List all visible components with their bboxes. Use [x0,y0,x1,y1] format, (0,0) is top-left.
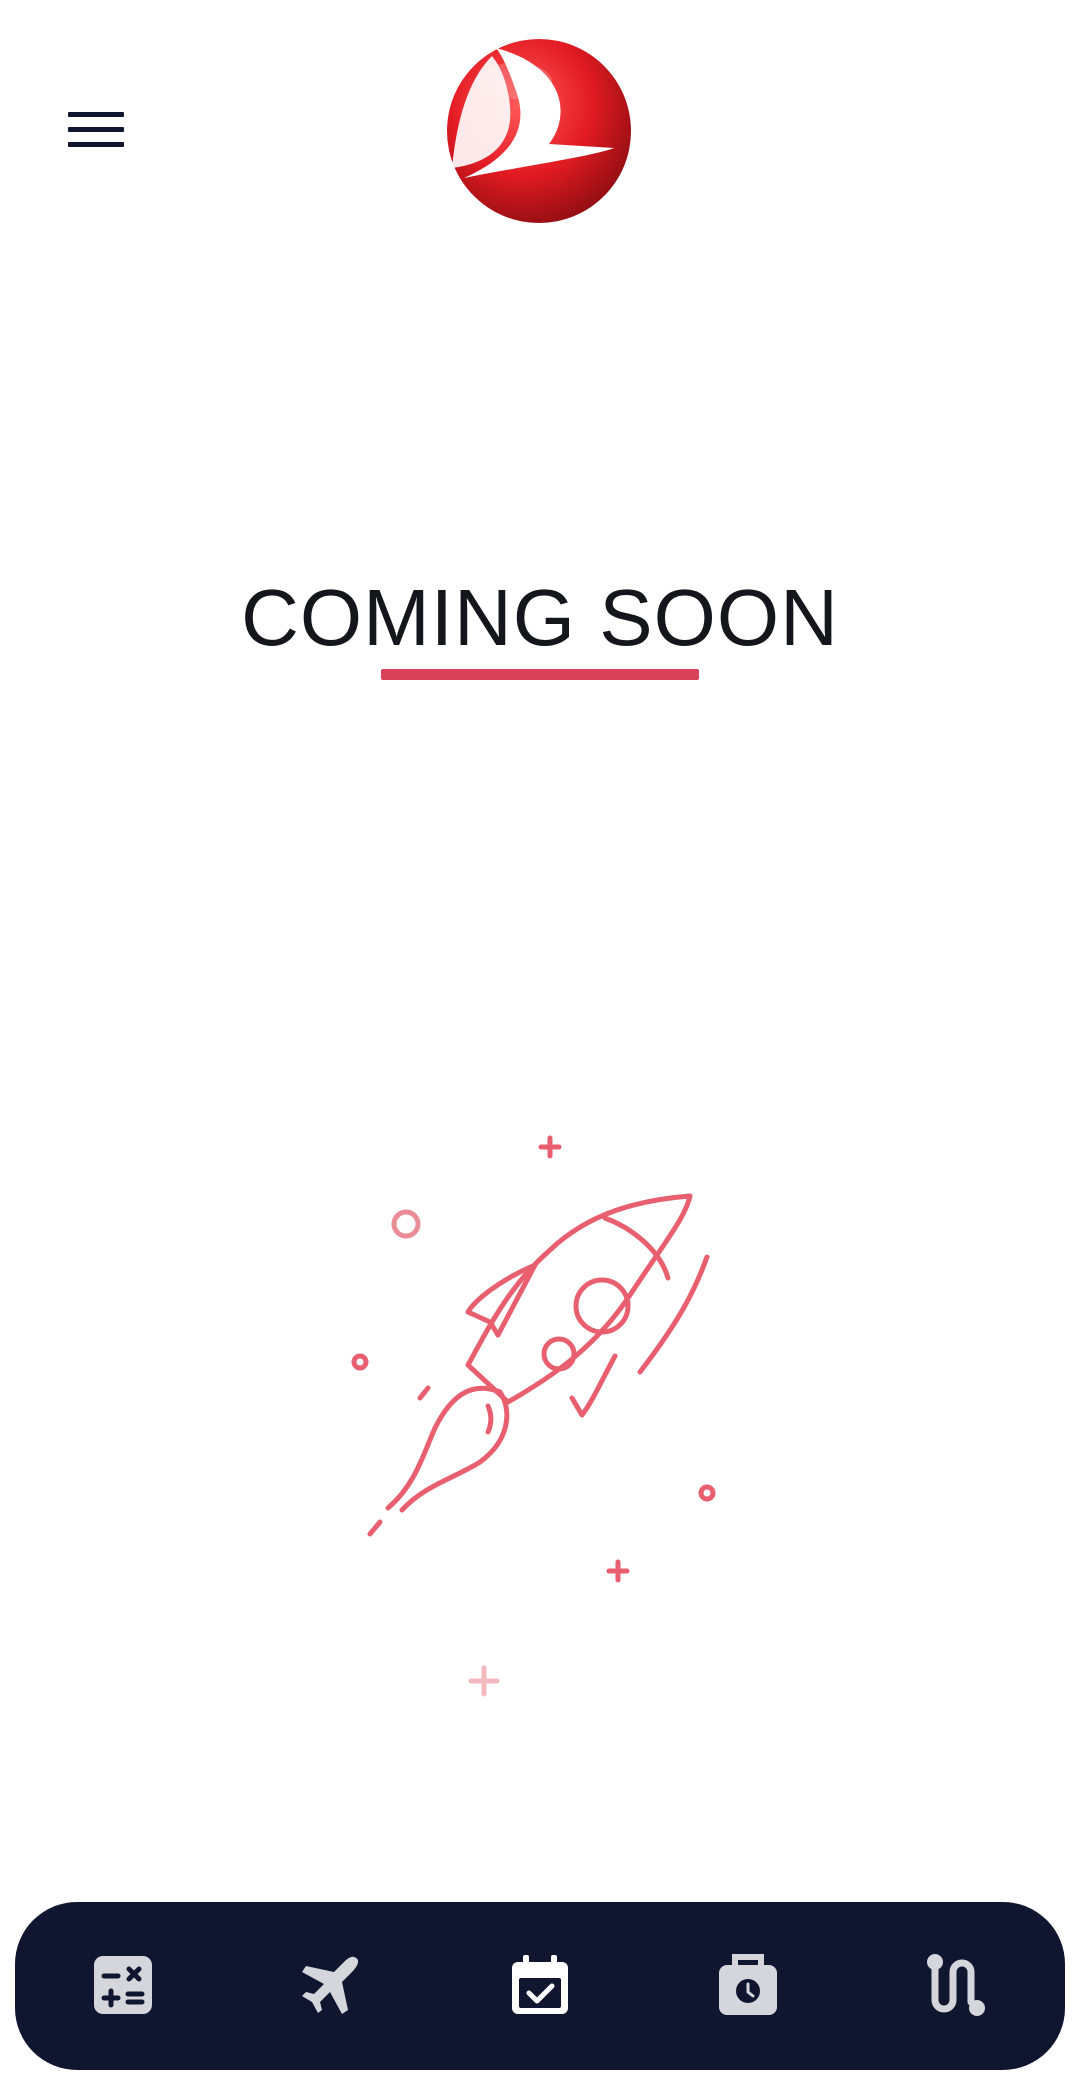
nav-item-route[interactable] [923,1952,989,2018]
calendar-check-icon [512,1955,568,2014]
hamburger-menu-icon [68,112,124,147]
nav-item-flights[interactable] [298,1952,364,2018]
bottom-navigation-bar [15,1902,1065,2070]
nav-item-calculator[interactable] [90,1952,156,2018]
calculator-icon [94,1956,152,2014]
page-title: COMING SOON [241,573,839,662]
rocket-launch-illustration [340,1110,740,1710]
luggage-clock-icon [719,1954,777,2015]
airplane-icon [302,1956,359,2014]
menu-button[interactable] [58,100,132,164]
turkish-airlines-logo[interactable] [444,36,634,226]
route-icon [927,1954,985,2016]
nav-item-baggage[interactable] [715,1952,781,2018]
title-underline [381,669,699,680]
nav-item-bookings[interactable] [507,1952,573,2018]
